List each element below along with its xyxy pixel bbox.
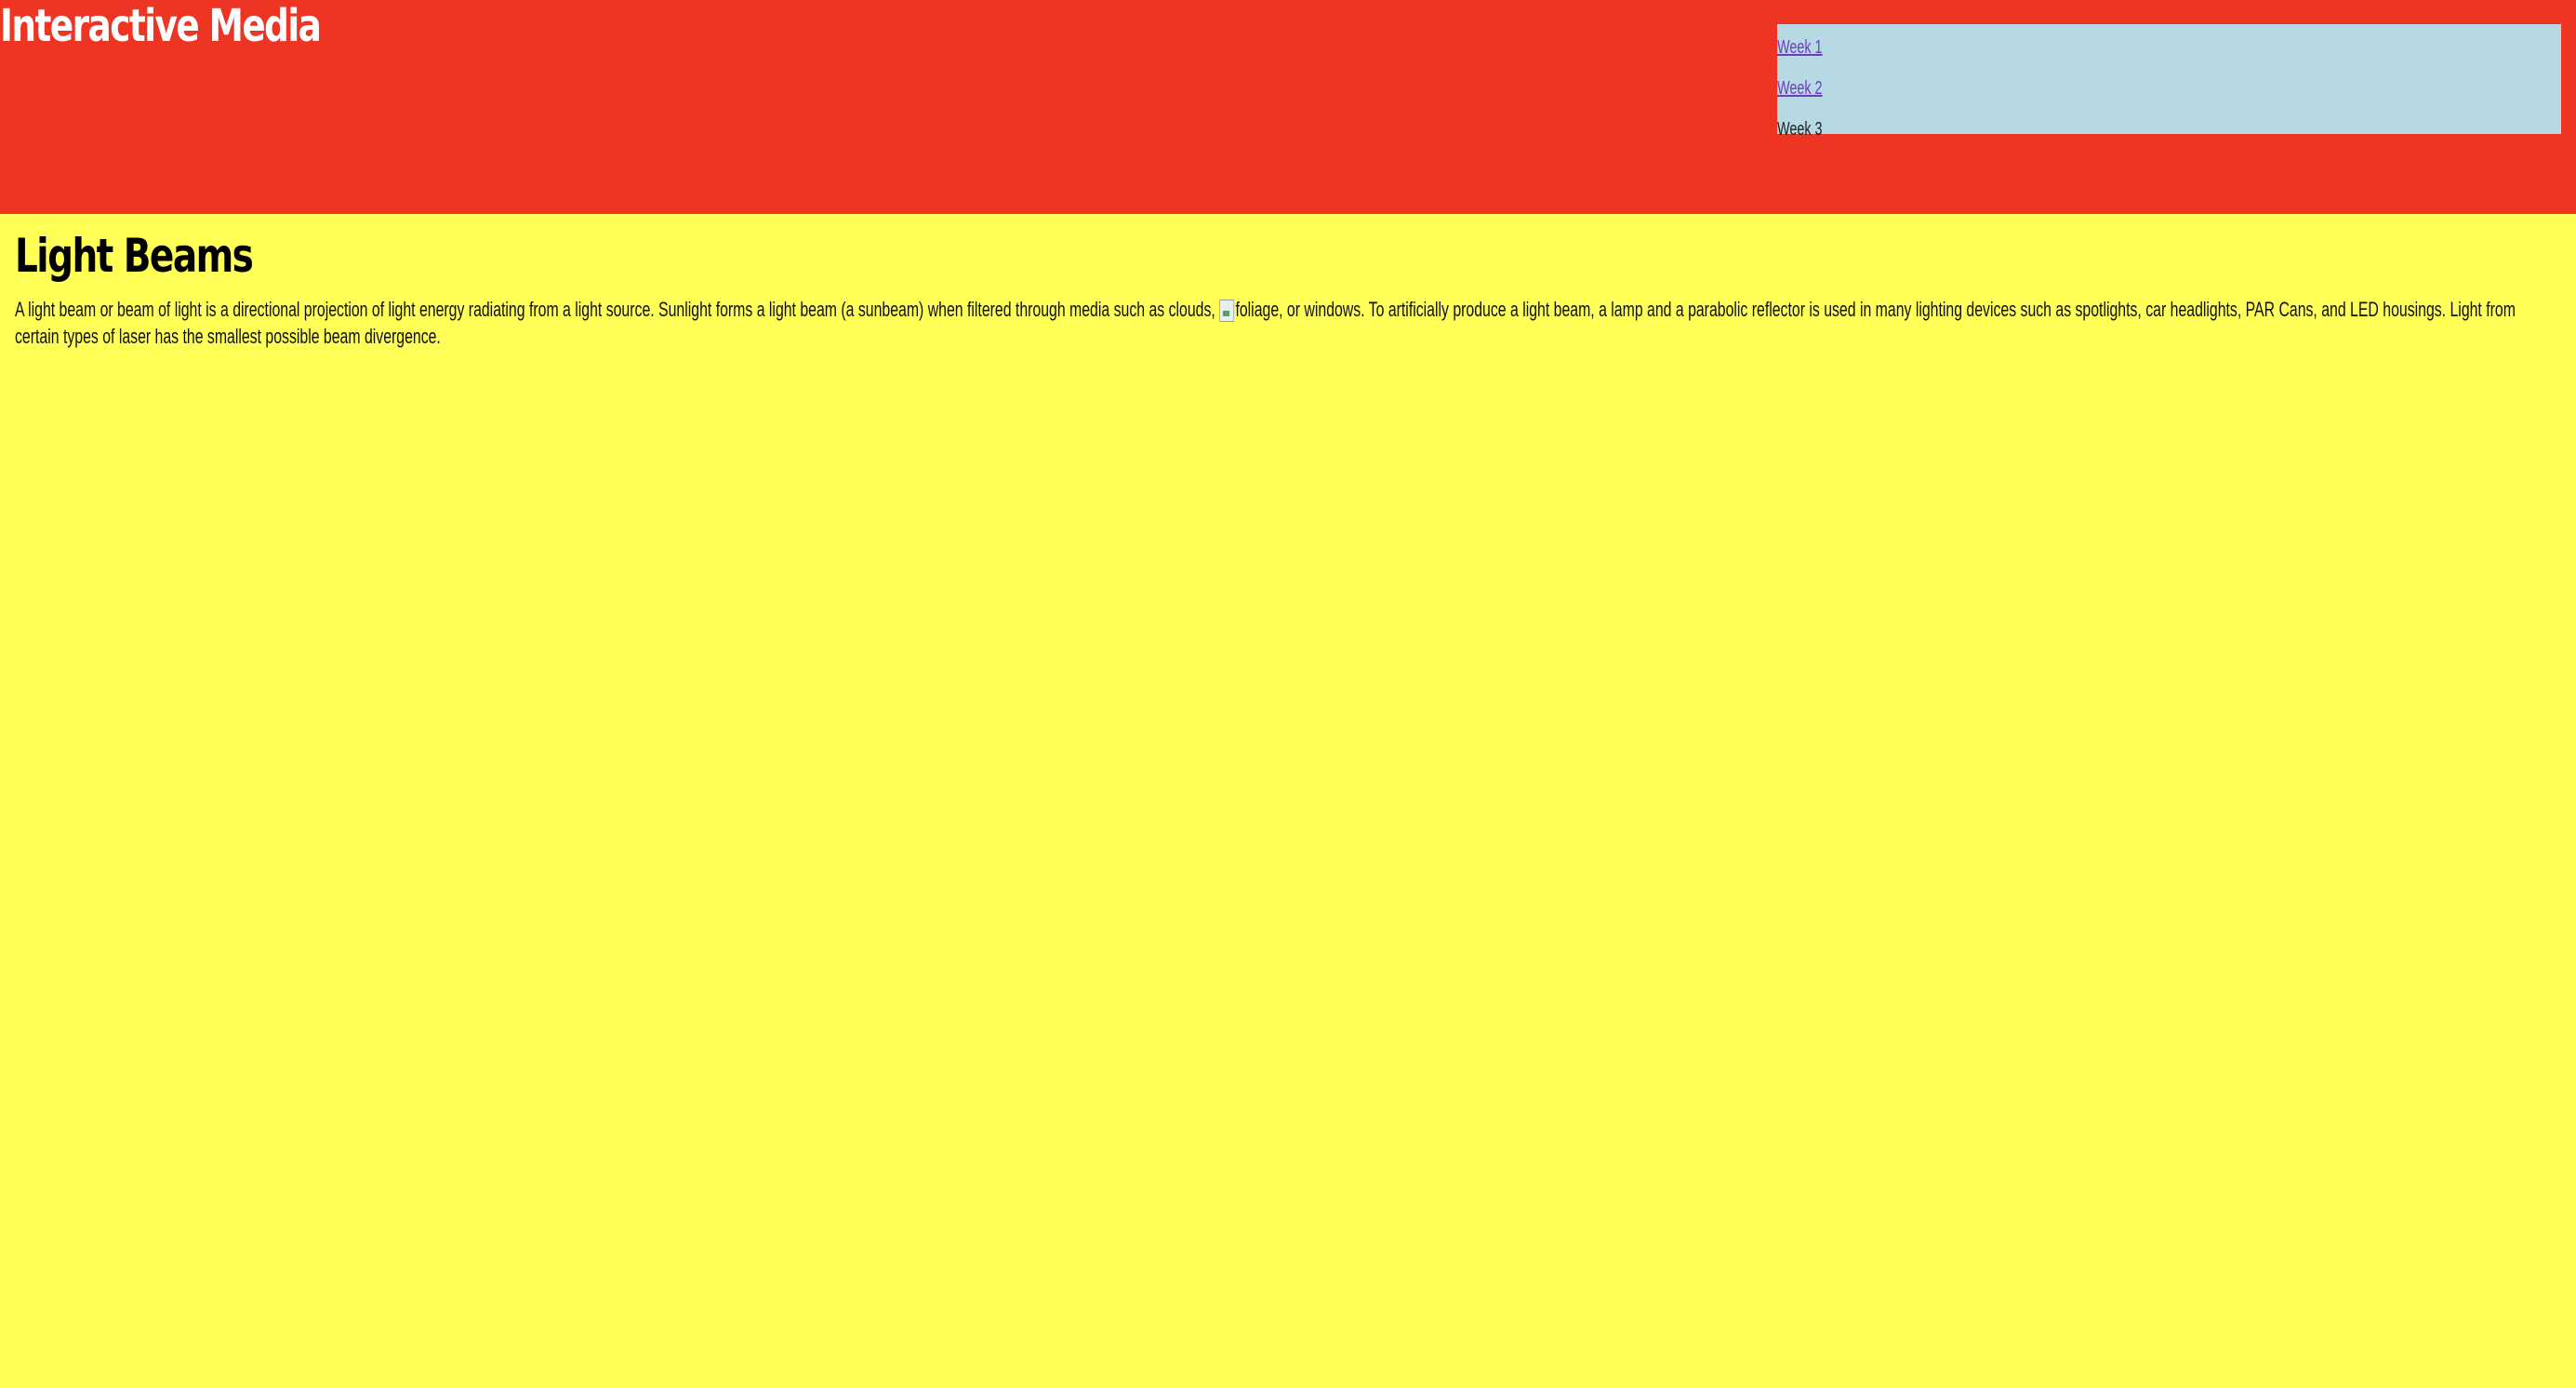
nav-link-week-2[interactable]: Week 2: [1777, 78, 1823, 99]
broken-image-icon: [1219, 300, 1235, 323]
nav-link-week-1[interactable]: Week 1: [1777, 37, 1823, 58]
site-header: Interactive Media Week 1 Week 2 Week 3: [0, 0, 2576, 214]
nav-current-week-3: Week 3: [1777, 119, 1823, 140]
nav-item-week-1[interactable]: Week 1: [1777, 33, 1823, 61]
foliage-image-alt: foliage: [1235, 298, 1280, 321]
article-paragraph: A light beam or beam of light is a direc…: [15, 296, 2546, 350]
paragraph-text-part-1: A light beam or beam of light is a direc…: [15, 298, 1220, 321]
nav-item-week-2[interactable]: Week 2: [1777, 74, 1823, 102]
foliage-image: foliage: [1219, 296, 1279, 323]
main-content: Light Beams A light beam or beam of ligh…: [15, 223, 2563, 350]
page-title: Light Beams: [15, 229, 254, 283]
nav-item-week-3: Week 3: [1777, 115, 1823, 143]
nav-menu: Week 1 Week 2 Week 3: [1777, 24, 2561, 140]
site-title: Interactive Media: [0, 0, 322, 52]
